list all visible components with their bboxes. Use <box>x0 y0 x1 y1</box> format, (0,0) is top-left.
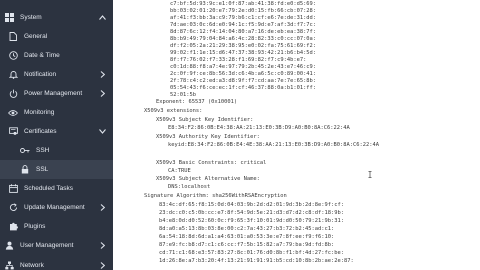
modulus-line: 8d:87:6c:12:f4:14:04:80:a7:16:de:eb:ea:3… <box>170 29 317 35</box>
ext-subject-alt-name-value: DNS:localhost <box>168 184 211 190</box>
sidebar-item-label: General <box>24 33 48 40</box>
modulus-line: bb:03:02:01:20:e7:79:2e:d0:15:fb:66:cb:0… <box>170 8 317 14</box>
sidebar-item-label: System <box>20 14 42 21</box>
chevron-right-icon <box>98 89 106 97</box>
network-icon <box>3 260 15 270</box>
sidebar-item-user-management[interactable]: User Management <box>0 236 113 255</box>
modulus-line: 2f:78:c4:c2:ed:a3:d8:9f:f7:cd:aa:7e:7e:6… <box>170 78 317 84</box>
modulus-line: 2c:0f:9f:ce:8b:56:3d:c6:4b:a6:5c:c0:89:0… <box>170 71 317 77</box>
modulus-line: c0:1d:88:f8:a7:4e:97:79:2b:45:2e:43:e7:4… <box>170 64 317 70</box>
chevron-down-icon <box>98 127 106 135</box>
signature-line: 8d:a0:a5:13:8b:03:8e:00:c2:7a:43:27:b3:7… <box>159 226 335 232</box>
ext-subject-key-id-label: X509v3 Subject Key Identifier: <box>156 117 254 123</box>
modulus-line: 52:01:5b <box>170 92 196 98</box>
signature-line: 87:e9:fc:b8:d7:c1:c6:cc:f7:5b:15:82:a7:7… <box>159 242 335 248</box>
chevron-right-icon <box>98 70 106 78</box>
sidebar-item-label: User Management <box>20 242 74 249</box>
modulus-line: 99:02:f1:1e:15:d6:47:37:38:93:42:21:b6:b… <box>170 50 317 56</box>
ext-subject-alt-name-label: X509v3 Subject Alternative Name: <box>156 176 260 182</box>
chevron-up-icon <box>98 13 106 21</box>
user-icon <box>3 240 15 252</box>
signature-algorithm-line: Signature Algorithm: sha256WithRSAEncryp… <box>144 193 287 199</box>
sidebar-item-label: Scheduled Tasks <box>24 185 74 192</box>
puzzle-icon <box>7 221 19 233</box>
signature-line: b4:e8:0d:d0:52:60:0c:f9:65:3f:10:01:9d:d… <box>159 218 344 224</box>
sidebar-item-ssl[interactable]: SSL <box>0 160 113 179</box>
clock-icon <box>7 50 19 62</box>
signature-line: 23:dc:c0:c5:0b:cc:e7:8f:54:9d:5e:21:d3:d… <box>159 210 344 216</box>
sidebar-item-plugins[interactable]: Plugins <box>0 217 113 236</box>
ext-basic-constraints-label: X509v3 Basic Constraints: critical <box>156 160 267 166</box>
refresh-icon <box>7 202 19 214</box>
ext-subject-key-id-value: E8:34:F2:86:0B:E4:38:AA:21:13:E0:3B:D9:A… <box>168 125 350 131</box>
modulus-line: af:41:f3:bb:3a:c9:79:b6:c1:cf:e6:7e:de:3… <box>170 15 317 21</box>
signature-line: 6a:54:18:8d:6d:a1:a4:63:01:a0:53:3e:e7:8… <box>159 234 335 240</box>
modulus-line: 7d:ae:03:0c:6d:e0:94:1c:f5:9d:e7:af:3d:f… <box>170 22 317 28</box>
sidebar-item-ssh[interactable]: SSH <box>0 141 113 160</box>
calendar-icon <box>7 183 19 195</box>
power-icon <box>7 88 19 100</box>
certificate-viewer: c7:bf:5d:93:9c:e1:0f:87:ab:41:38:fd:e0:d… <box>113 0 480 270</box>
signature-line: 1d:26:8e:a7:b3:20:4f:13:21:91:91:91:b5:c… <box>159 258 354 264</box>
sidebar-item-label: Notification <box>24 71 57 78</box>
sidebar-item-scheduled-tasks[interactable]: Scheduled Tasks <box>0 179 113 198</box>
ext-authority-key-id-value: keyid:E8:34:F2:86:0B:E4:4E:38:AA:21:13:E… <box>168 142 379 148</box>
sidebar-item-label: SSL <box>36 166 49 173</box>
sidebar-item-label: Update Management <box>24 204 85 211</box>
certificate-icon <box>7 126 19 138</box>
eye-icon <box>7 107 19 119</box>
sidebar-item-label: Power Management <box>24 90 83 97</box>
sidebar: System General Date & Time Notification … <box>0 0 113 270</box>
lock-icon <box>19 164 31 176</box>
chevron-right-icon <box>98 261 106 269</box>
sidebar-item-label: Date & Time <box>24 52 60 59</box>
file-icon <box>7 31 19 43</box>
ext-authority-key-id-label: X509v3 Authority Key Identifier: <box>156 134 260 140</box>
exponent-line: Exponent: 65537 (0x10001) <box>156 99 238 105</box>
sidebar-item-system[interactable]: System <box>0 8 113 27</box>
key-icon <box>19 145 31 157</box>
signature-line: 83:4c:df:65:f8:15:0d:04:03:9b:2d:d2:01:9… <box>159 202 344 208</box>
sidebar-item-monitoring[interactable]: Monitoring <box>0 103 113 122</box>
sidebar-item-certificates[interactable]: Certificates <box>0 122 113 141</box>
sidebar-item-power-management[interactable]: Power Management <box>0 84 113 103</box>
sidebar-item-network[interactable]: Network <box>0 256 113 270</box>
extensions-heading: X509v3 extensions: <box>144 108 203 114</box>
grid-icon <box>3 12 15 24</box>
chevron-right-icon <box>98 241 106 249</box>
sidebar-item-notification[interactable]: Notification <box>0 65 113 84</box>
modulus-line: 8b:b9:49:79:04:84:a6:4c:28:82:33:c0:cc:0… <box>170 36 317 42</box>
sidebar-item-label: Certificates <box>24 128 57 135</box>
modulus-line: 8f:f7:76:02:f7:33:28:f1:69:82:f7:c9:4b:e… <box>170 57 307 63</box>
sidebar-item-label: SSH <box>36 147 50 154</box>
sidebar-item-update-management[interactable]: Update Management <box>0 198 113 217</box>
ext-basic-constraints-value: CA:TRUE <box>168 168 191 174</box>
signature-line: cd:71:c1:68:e3:57:83:27:8c:01:76:d0:8b:f… <box>159 250 344 256</box>
sidebar-item-general[interactable]: General <box>0 27 113 46</box>
sidebar-item-label: Plugins <box>24 223 46 230</box>
modulus-line: c7:bf:5d:93:9c:e1:0f:87:ab:41:38:fd:e0:d… <box>170 1 317 7</box>
text-cursor-icon <box>368 171 372 178</box>
modulus-line: df:f2:05:2a:21:29:38:95:e0:02:fa:75:61:6… <box>170 43 317 49</box>
sidebar-item-date-time[interactable]: Date & Time <box>0 46 113 65</box>
bell-icon <box>7 69 19 81</box>
chevron-right-icon <box>98 203 106 211</box>
sidebar-item-label: Monitoring <box>24 109 55 116</box>
modulus-line: 05:54:43:f6:ce:ec:1f:cf:46:37:88:0a:b1:0… <box>170 85 317 91</box>
sidebar-item-label: Network <box>20 262 44 269</box>
